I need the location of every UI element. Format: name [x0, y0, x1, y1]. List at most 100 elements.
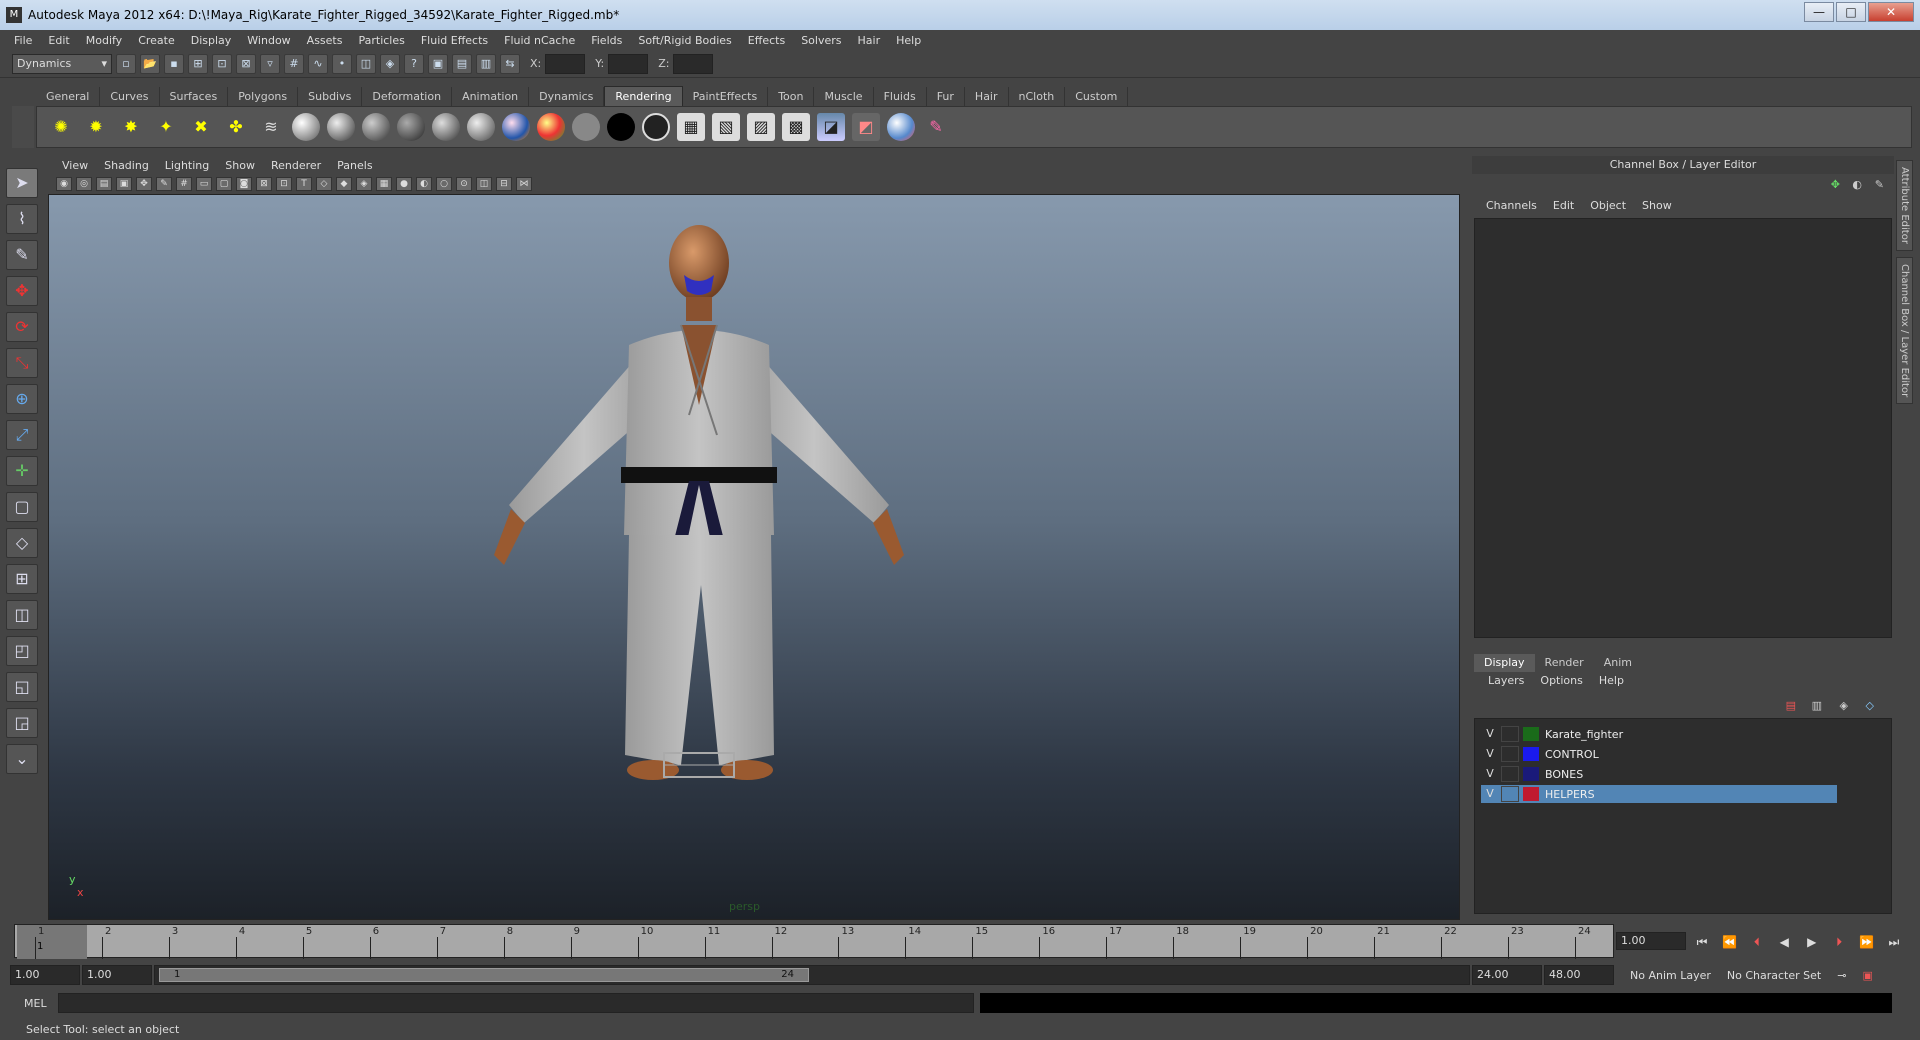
- layer-color-swatch[interactable]: [1523, 787, 1539, 801]
- menu-solvers[interactable]: Solvers: [793, 34, 849, 47]
- menu-particles[interactable]: Particles: [350, 34, 412, 47]
- shelf-tab-polygons[interactable]: Polygons: [228, 87, 299, 106]
- shelf-tab-muscle[interactable]: Muscle: [814, 87, 874, 106]
- maximize-button[interactable]: □: [1836, 2, 1866, 22]
- layer-color-swatch[interactable]: [1523, 747, 1539, 761]
- y-field[interactable]: [608, 53, 649, 74]
- move-layer-up-icon[interactable]: ▤: [1786, 699, 1796, 712]
- safe-title-icon[interactable]: T: [296, 177, 312, 191]
- camera-icon[interactable]: ≋: [257, 113, 285, 141]
- range-slider[interactable]: 1 24: [154, 965, 1470, 985]
- character-set-dropdown[interactable]: No Character Set: [1727, 969, 1821, 982]
- layer-visibility-toggle[interactable]: V: [1481, 766, 1499, 782]
- viewport-menu-view[interactable]: View: [54, 159, 96, 172]
- menu-file[interactable]: File: [6, 34, 40, 47]
- shelf-tab-hair[interactable]: Hair: [965, 87, 1009, 106]
- layer-playback-toggle[interactable]: [1501, 726, 1519, 742]
- go-to-start-icon[interactable]: ⏮: [1690, 935, 1714, 950]
- directional-light-icon[interactable]: ✹: [82, 113, 110, 141]
- resolution-gate-icon[interactable]: ▢: [216, 177, 232, 191]
- blinn-shader-icon[interactable]: [327, 113, 355, 141]
- time-slider[interactable]: 1 1 2 3 4 5 6 7 8 9 10 11 12 13 14 15 16 17 18 19 20 21 22 23 2…: [14, 924, 1614, 959]
- channel-menu-edit[interactable]: Edit: [1545, 199, 1582, 212]
- filter-icon[interactable]: ▿: [260, 53, 280, 74]
- soft-modification-icon[interactable]: ⤢: [6, 420, 38, 450]
- menuset-dropdown[interactable]: Dynamics ▾: [12, 53, 112, 74]
- hyper-icon[interactable]: ✎: [1875, 178, 1884, 191]
- step-forward-key-icon[interactable]: ⏵: [1827, 935, 1851, 950]
- perspective-viewport[interactable]: y x persp: [48, 194, 1460, 920]
- 2d-pan-zoom-icon[interactable]: ✥: [136, 177, 152, 191]
- select-camera-icon[interactable]: ◉: [56, 177, 72, 191]
- shadows-icon[interactable]: ◐: [416, 177, 432, 191]
- camera-attributes-icon[interactable]: ◎: [76, 177, 92, 191]
- paint-effects-sphere-icon[interactable]: [887, 113, 915, 141]
- preferences-icon[interactable]: ▣: [1862, 969, 1872, 982]
- mel-command-input[interactable]: [58, 993, 974, 1013]
- channel-box-area[interactable]: [1474, 218, 1892, 638]
- ipr-render-shelf-icon[interactable]: ▨: [747, 113, 775, 141]
- universal-manipulator-icon[interactable]: ⊕: [6, 384, 38, 414]
- layer-menu-options[interactable]: Options: [1532, 674, 1590, 692]
- step-back-frame-icon[interactable]: ⏪: [1717, 935, 1741, 949]
- viewport-menu-panels[interactable]: Panels: [329, 159, 380, 172]
- batch-render-icon[interactable]: ◩: [852, 113, 880, 141]
- layer-row-helpers[interactable]: V HELPERS: [1481, 785, 1837, 803]
- ipr-render-icon[interactable]: ▤: [452, 53, 472, 74]
- create-empty-layer-icon[interactable]: ◈: [1840, 699, 1848, 712]
- xray-icon[interactable]: ◫: [476, 177, 492, 191]
- create-layer-from-selected-icon[interactable]: ◇: [1866, 699, 1874, 712]
- menu-create[interactable]: Create: [130, 34, 183, 47]
- scale-tool-icon[interactable]: ⤡: [6, 348, 38, 378]
- layered-shader-icon[interactable]: [502, 113, 530, 141]
- use-all-lights-icon[interactable]: ●: [396, 177, 412, 191]
- layer-visibility-toggle[interactable]: V: [1481, 786, 1499, 802]
- menu-modify[interactable]: Modify: [78, 34, 130, 47]
- toolbox-expand-icon[interactable]: ⌄: [6, 744, 38, 774]
- make-live-icon[interactable]: ◈: [380, 53, 400, 74]
- render-settings-sphere-icon[interactable]: [292, 113, 320, 141]
- attribute-editor-tab[interactable]: Attribute Editor: [1896, 160, 1913, 251]
- wireframe-on-shaded-icon[interactable]: ◈: [356, 177, 372, 191]
- backface-culling-icon[interactable]: ⋈: [516, 177, 532, 191]
- shelf-tab-deformation[interactable]: Deformation: [362, 87, 453, 106]
- safe-action-icon[interactable]: ⊡: [276, 177, 292, 191]
- field-chart-icon[interactable]: ⊠: [256, 177, 272, 191]
- single-perspective-layout-icon[interactable]: ◇: [6, 528, 38, 558]
- menu-assets[interactable]: Assets: [299, 34, 351, 47]
- render-frame-icon[interactable]: ▣: [428, 53, 448, 74]
- menu-fields[interactable]: Fields: [583, 34, 630, 47]
- shelf-tab-fur[interactable]: Fur: [927, 87, 965, 106]
- isolate-select-icon[interactable]: ⊙: [456, 177, 472, 191]
- viewport-menu-shading[interactable]: Shading: [96, 159, 157, 172]
- hypershade-layout-icon[interactable]: ◱: [6, 672, 38, 702]
- karate-fighter-model[interactable]: [449, 205, 949, 905]
- channel-box-tab[interactable]: Channel Box / Layer Editor: [1896, 256, 1913, 405]
- z-field[interactable]: [673, 53, 714, 74]
- spot-light-icon[interactable]: ✦: [152, 113, 180, 141]
- shelf-tab-subdivs[interactable]: Subdivs: [298, 87, 363, 106]
- snap-view-icon[interactable]: ◫: [356, 53, 376, 74]
- playback-start-field[interactable]: 1.00: [82, 965, 152, 985]
- paint-brush-icon[interactable]: ✎: [922, 113, 950, 141]
- phong-shader-icon[interactable]: [397, 113, 425, 141]
- viewport-menu-show[interactable]: Show: [217, 159, 263, 172]
- anim-layer-dropdown[interactable]: No Anim Layer: [1630, 969, 1711, 982]
- gate-mask-icon[interactable]: ◙: [236, 177, 252, 191]
- shelf-tab-animation[interactable]: Animation: [452, 87, 530, 106]
- menu-window[interactable]: Window: [239, 34, 298, 47]
- shelf-tab-general[interactable]: General: [36, 87, 101, 106]
- layer-row-karate-fighter[interactable]: V Karate_fighter: [1481, 725, 1837, 743]
- shelf-options-handle[interactable]: [12, 106, 34, 148]
- grid-icon[interactable]: #: [176, 177, 192, 191]
- viewport-menu-renderer[interactable]: Renderer: [263, 159, 329, 172]
- render-view-icon[interactable]: ▦: [677, 113, 705, 141]
- play-forwards-icon[interactable]: ▶: [1800, 935, 1824, 949]
- history-icon[interactable]: ?: [404, 53, 424, 74]
- use-background-icon[interactable]: [642, 113, 670, 141]
- shelf-tab-custom[interactable]: Custom: [1065, 87, 1129, 106]
- anisotropic-shader-icon[interactable]: [467, 113, 495, 141]
- film-gate-icon[interactable]: ▭: [196, 177, 212, 191]
- shelf-tab-painteffects[interactable]: PaintEffects: [683, 87, 769, 106]
- move-layer-down-icon[interactable]: ▥: [1812, 699, 1822, 712]
